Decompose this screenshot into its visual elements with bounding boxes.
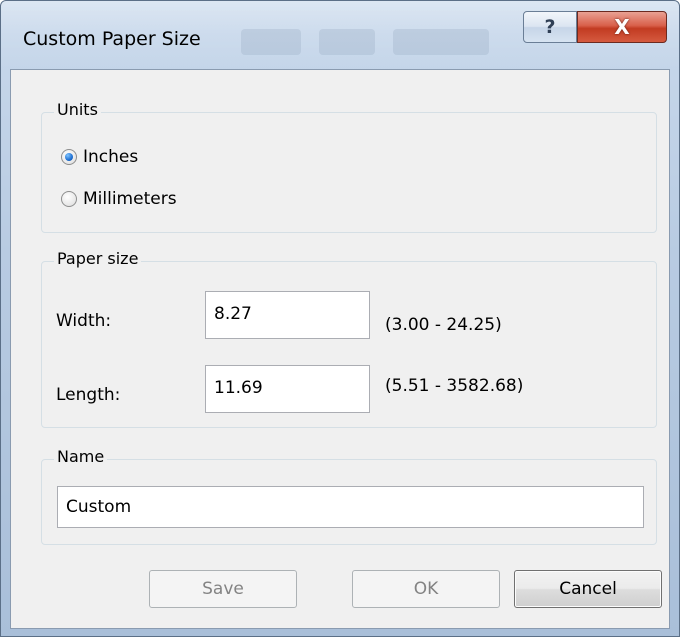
inches-radio-option[interactable]: Inches [61, 147, 138, 167]
millimeters-radio[interactable] [61, 191, 77, 207]
close-icon: X [614, 15, 630, 39]
paper-size-group-label: Paper size [54, 249, 142, 268]
length-label: Length: [56, 385, 121, 405]
ok-button[interactable]: OK [352, 570, 500, 608]
title-bar-reflection [319, 29, 375, 55]
millimeters-radio-option[interactable]: Millimeters [61, 189, 177, 209]
close-button[interactable]: X [577, 11, 667, 43]
millimeters-label: Millimeters [83, 189, 177, 209]
length-input[interactable]: 11.69 [205, 365, 370, 413]
dialog-client-area: Units Inches Millimeters Paper size Widt… [10, 69, 670, 629]
window-title: Custom Paper Size [23, 28, 201, 50]
title-bar[interactable]: Custom Paper Size ? X [1, 1, 679, 69]
custom-paper-size-dialog: Custom Paper Size ? X Units Inches Milli… [0, 0, 680, 637]
width-input[interactable]: 8.27 [205, 291, 370, 339]
units-group: Units Inches Millimeters [41, 100, 657, 233]
width-range-hint: (3.00 - 24.25) [385, 315, 502, 335]
question-mark-icon: ? [544, 16, 556, 38]
name-group: Name Custom [41, 447, 657, 545]
help-button[interactable]: ? [523, 11, 577, 43]
cancel-button[interactable]: Cancel [514, 570, 662, 608]
name-input[interactable]: Custom [57, 486, 644, 528]
title-bar-reflection [393, 29, 489, 55]
save-button[interactable]: Save [149, 570, 297, 608]
name-group-label: Name [54, 447, 108, 466]
units-group-label: Units [54, 100, 101, 119]
length-range-hint: (5.51 - 3582.68) [385, 376, 524, 396]
paper-size-group: Paper size Width: 8.27 (3.00 - 24.25) Le… [41, 249, 657, 428]
width-label: Width: [56, 311, 112, 331]
inches-label: Inches [83, 147, 139, 167]
inches-radio[interactable] [61, 149, 77, 165]
title-bar-reflection [241, 29, 301, 55]
